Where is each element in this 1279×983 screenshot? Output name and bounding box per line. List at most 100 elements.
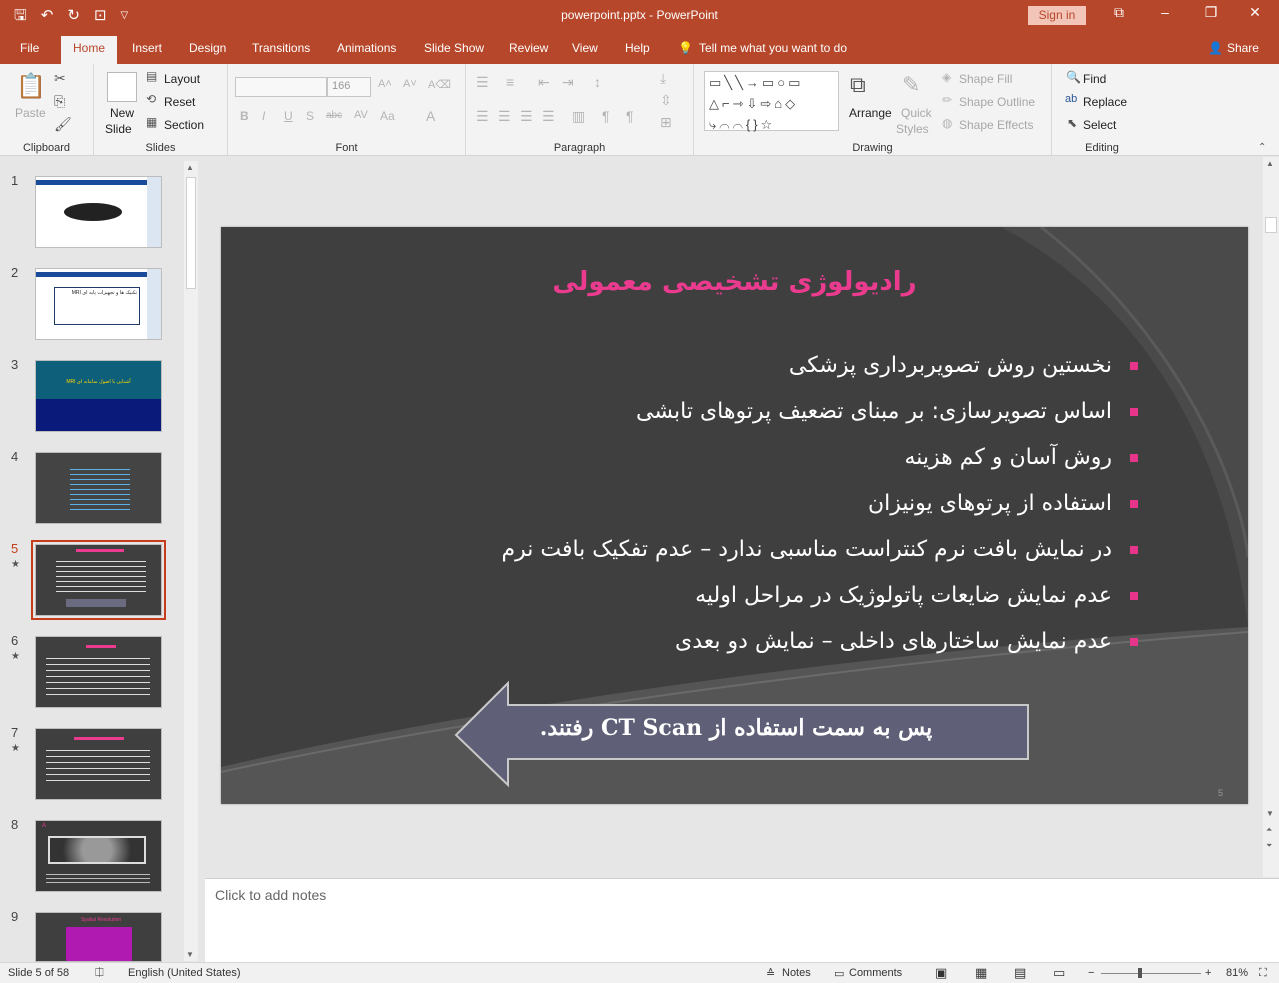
shapes-gallery[interactable]: ▭╲╲→▭○▭ △⌐⇾⇩⇨⌂◇ ⤷⌒⌒{}☆ — [704, 71, 839, 132]
previous-slide-icon[interactable]: ⏶ — [1266, 825, 1272, 835]
reset-button[interactable]: Reset — [164, 95, 195, 109]
decrease-indent-icon[interactable]: ⇤ — [538, 74, 550, 91]
tab-file[interactable]: File — [20, 41, 39, 55]
tab-transitions[interactable]: Transitions — [252, 41, 310, 55]
restore-icon[interactable]: ❐ — [1188, 4, 1234, 21]
italic-icon[interactable]: I — [262, 109, 265, 123]
tab-animations[interactable]: Animations — [337, 41, 396, 55]
scroll-down-icon[interactable]: ▼ — [186, 950, 194, 959]
notes-pane[interactable]: Click to add notes — [205, 878, 1279, 962]
rtl-icon[interactable]: ¶ — [602, 108, 610, 124]
next-slide-icon[interactable]: ⏷ — [1266, 841, 1272, 851]
slide-thumbnail-9[interactable]: Spatial Resolution — [35, 912, 162, 962]
slide-thumbnail-3[interactable]: آشنایی با اصول سامانه ای MRI — [35, 360, 162, 432]
scroll-down-icon[interactable]: ▼ — [1266, 809, 1274, 818]
bold-icon[interactable]: B — [240, 109, 249, 123]
slide-thumbnail-1[interactable] — [35, 176, 162, 248]
share-button[interactable]: 👤 Share — [1208, 41, 1259, 55]
font-name-combo[interactable] — [235, 77, 327, 97]
spell-check-icon[interactable]: ⎅ — [95, 967, 104, 980]
align-text-icon[interactable]: ⇳ — [660, 92, 672, 109]
current-slide[interactable]: رادیولوژی تشخیصی معمولی نخستین روش تصویر… — [221, 227, 1248, 804]
tab-insert[interactable]: Insert — [132, 41, 162, 55]
increase-indent-icon[interactable]: ⇥ — [562, 74, 574, 91]
justify-icon[interactable]: ☰ — [542, 108, 555, 125]
tab-slide-show[interactable]: Slide Show — [424, 41, 484, 55]
text-direction-icon[interactable]: ⤓ — [660, 70, 666, 87]
slide-sorter-icon[interactable]: ▦ — [975, 965, 987, 981]
scroll-up-icon[interactable]: ▲ — [1266, 159, 1274, 168]
cut-icon[interactable]: ✂ — [54, 70, 66, 87]
underline-icon[interactable]: U — [284, 109, 293, 123]
replace-button[interactable]: Replace — [1083, 95, 1127, 109]
slide-thumbnail-5[interactable] — [31, 540, 166, 620]
shrink-font-icon[interactable]: A˅ — [403, 78, 417, 90]
strikethrough-icon[interactable]: abc — [326, 110, 342, 121]
grow-font-icon[interactable]: A˄ — [378, 78, 392, 90]
tab-review[interactable]: Review — [509, 41, 548, 55]
tab-home[interactable]: Home — [61, 36, 118, 64]
shape-effects-button[interactable]: Shape Effects — [959, 118, 1034, 132]
fit-to-window-icon[interactable]: ⛶ — [1259, 967, 1267, 980]
align-left-icon[interactable]: ☰ — [476, 108, 489, 125]
new-slide-icon[interactable] — [107, 72, 137, 102]
thumbnails-scroll-thumb[interactable] — [186, 177, 196, 289]
layout-button[interactable]: Layout — [164, 72, 200, 86]
slide-scrollbar[interactable]: ▲ ▼ ⏶ ⏷ — [1263, 157, 1279, 877]
reading-view-icon[interactable]: ▤ — [1014, 965, 1026, 981]
columns-icon[interactable]: ▥ — [572, 108, 585, 125]
shadow-icon[interactable]: S — [306, 109, 314, 123]
section-button[interactable]: Section — [164, 118, 204, 132]
find-button[interactable]: Find — [1083, 72, 1106, 86]
tab-view[interactable]: View — [572, 41, 598, 55]
notes-placeholder[interactable]: Click to add notes — [215, 887, 326, 903]
tab-help[interactable]: Help — [625, 41, 650, 55]
copy-icon[interactable]: ⎘ — [54, 93, 65, 110]
slideshow-icon[interactable]: ▭ — [1053, 965, 1065, 981]
bullets-icon[interactable]: ☰ — [476, 74, 489, 91]
select-button[interactable]: Select — [1083, 118, 1116, 132]
align-right-icon[interactable]: ☰ — [520, 108, 533, 125]
tab-design[interactable]: Design — [189, 41, 226, 55]
format-painter-icon[interactable]: 🖌 — [54, 116, 72, 133]
zoom-slider[interactable] — [1101, 973, 1201, 974]
align-center-icon[interactable]: ☰ — [498, 108, 511, 125]
slide-scroll-thumb[interactable] — [1265, 217, 1277, 233]
slide-thumbnail-7[interactable] — [35, 728, 162, 800]
language-indicator[interactable]: English (United States) — [128, 967, 241, 979]
zoom-level[interactable]: 81% — [1226, 967, 1248, 979]
shape-outline-button[interactable]: Shape Outline — [959, 95, 1035, 109]
arrange-button[interactable]: Arrange — [849, 106, 892, 120]
notes-button[interactable]: Notes — [782, 967, 811, 979]
normal-view-icon[interactable]: ▣ — [935, 965, 947, 981]
comments-button[interactable]: Comments — [849, 967, 902, 979]
tell-me-box[interactable]: 💡 Tell me what you want to do — [678, 41, 847, 55]
slide-title[interactable]: رادیولوژی تشخیصی معمولی — [221, 267, 1248, 297]
sign-in-button[interactable]: Sign in — [1028, 6, 1086, 25]
slide-thumbnail-6[interactable] — [35, 636, 162, 708]
font-size-combo[interactable]: 166 — [327, 77, 371, 97]
close-icon[interactable]: ✕ — [1232, 4, 1278, 21]
char-spacing-icon[interactable]: AV — [354, 109, 368, 121]
zoom-slider-thumb[interactable] — [1138, 968, 1142, 978]
change-case-icon[interactable]: Aa — [380, 109, 395, 123]
ribbon-display-icon[interactable]: ⧉ — [1096, 4, 1142, 21]
scroll-up-icon[interactable]: ▲ — [186, 163, 194, 172]
paste-button[interactable]: Paste — [15, 106, 46, 120]
zoom-in-icon[interactable]: + — [1205, 967, 1211, 979]
slide-thumbnail-8[interactable]: A — [35, 820, 162, 892]
font-color-icon[interactable]: A — [426, 108, 435, 124]
quick-styles-line2[interactable]: Styles — [896, 122, 929, 136]
line-spacing-icon[interactable]: ↕ — [594, 74, 601, 90]
collapse-ribbon-icon[interactable]: ⌃ — [1258, 142, 1266, 153]
numbering-icon[interactable]: ≡ — [506, 74, 514, 90]
new-slide-button-line2[interactable]: Slide — [105, 122, 132, 136]
zoom-out-icon[interactable]: − — [1088, 967, 1094, 979]
slide-bullet-list[interactable]: نخستین روش تصویربرداری پزشکی اساس تصویرس… — [421, 353, 1138, 675]
new-slide-button-line1[interactable]: New — [110, 106, 134, 120]
clear-format-icon[interactable]: A⌫ — [428, 78, 451, 91]
slide-thumbnail-2[interactable]: تکنیک ها و تجهیزات پایه ای MRI — [35, 268, 162, 340]
shape-fill-button[interactable]: Shape Fill — [959, 72, 1012, 86]
ltr-icon[interactable]: ¶ — [626, 108, 634, 124]
slide-thumbnail-4[interactable] — [35, 452, 162, 524]
